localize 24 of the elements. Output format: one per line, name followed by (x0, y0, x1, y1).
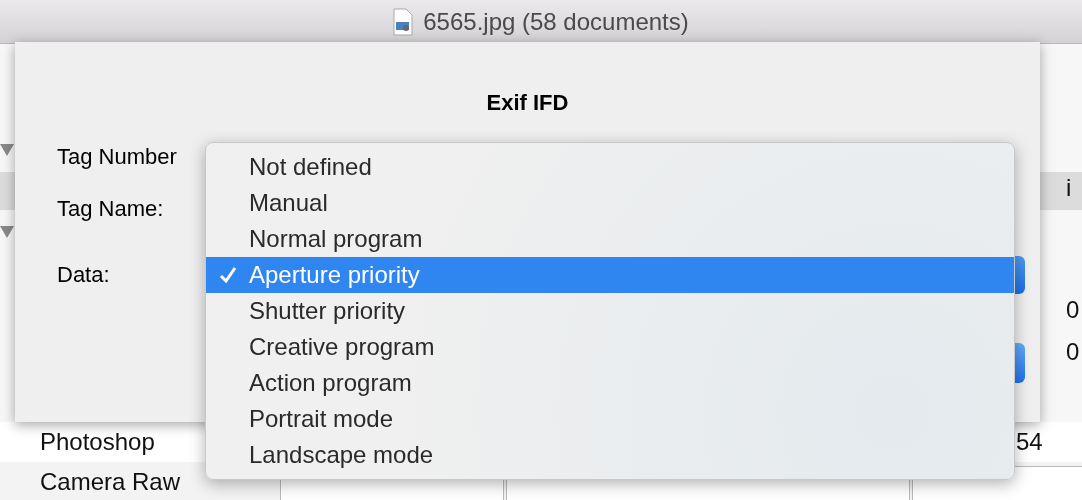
table-cell: 0 (1066, 296, 1080, 324)
field-label: Tag Name: (57, 196, 164, 222)
window-title: 6565.jpg (58 documents) (423, 7, 689, 36)
disclosure-triangle-icon[interactable] (0, 226, 14, 238)
menu-item[interactable]: Normal program (206, 221, 1014, 257)
field-label: Tag Number (57, 144, 177, 170)
menu-item[interactable]: Aperture priority (206, 257, 1014, 293)
menu-item[interactable]: Not defined (206, 149, 1014, 185)
field-label: Data: (57, 262, 110, 288)
table-cell: 0 (1066, 338, 1080, 366)
menu-item[interactable]: Action program (206, 365, 1014, 401)
disclosure-triangle-icon[interactable] (0, 144, 14, 156)
list-item[interactable]: Camera Raw (40, 468, 181, 496)
checkmark-icon (218, 266, 237, 284)
list-item[interactable]: Photoshop (40, 428, 155, 456)
menu-item[interactable]: Shutter priority (206, 293, 1014, 329)
menu-item[interactable]: Manual (206, 185, 1014, 221)
menu-item[interactable]: Creative program (206, 329, 1014, 365)
table-cell: i (1066, 174, 1072, 202)
dialog-title: Exif IFD (485, 90, 570, 116)
menu-item[interactable]: Portrait mode (206, 401, 1014, 437)
table-cell: 54 (1016, 428, 1043, 456)
image-file-icon (393, 7, 414, 36)
menu-item[interactable]: Landscape mode (206, 437, 1014, 473)
